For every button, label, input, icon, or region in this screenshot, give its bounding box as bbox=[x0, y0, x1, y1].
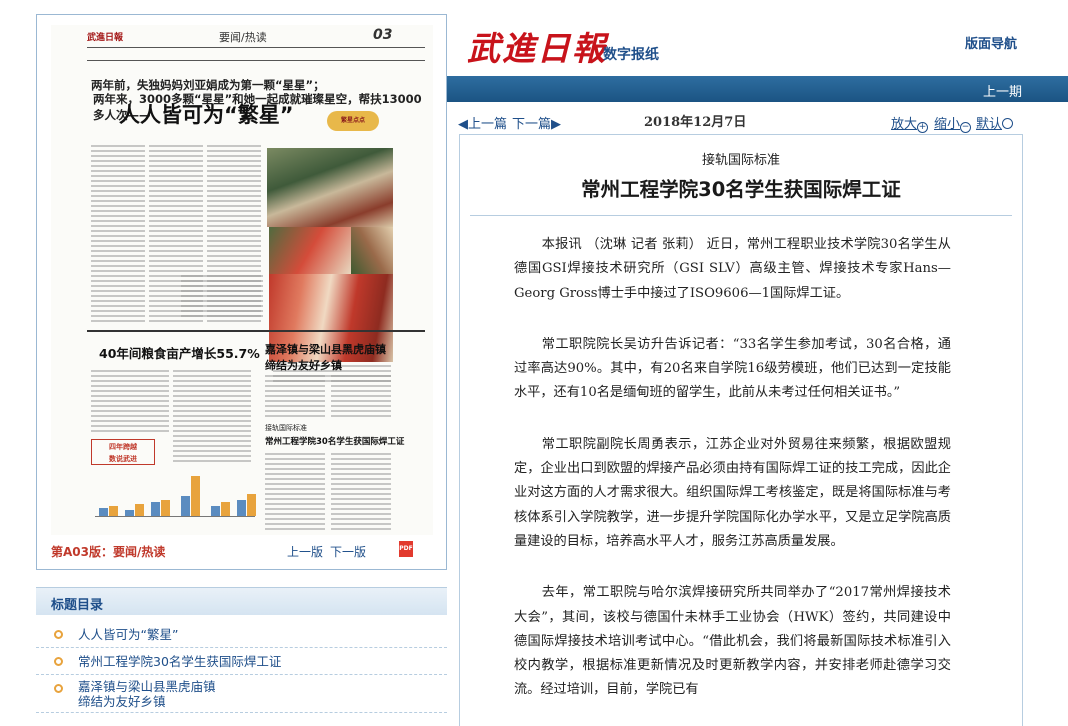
zoom-out-button[interactable]: 缩小 − bbox=[934, 113, 972, 133]
article-paragraph: 常工职院副院长周勇表示，江苏企业对外贸易往来频繁，根据欧盟规定，企业出口到欧盟的… bbox=[514, 436, 951, 549]
page-rule bbox=[87, 47, 425, 48]
weld-headline: 常州工程学院30名学生获国际焊工证 bbox=[265, 437, 405, 447]
page-section: 要闻/热读 bbox=[219, 31, 267, 44]
title-list-item-label: 常州工程学院30名学生获国际焊工证 bbox=[78, 654, 282, 669]
grain-bar-chart bbox=[95, 473, 256, 517]
chart-bar bbox=[221, 502, 230, 516]
chart-bar bbox=[191, 476, 200, 516]
page-rule bbox=[87, 60, 425, 61]
chart-bar bbox=[99, 508, 108, 516]
zoom-in-label: 放大 bbox=[891, 117, 918, 132]
pdf-icon[interactable]: PDF bbox=[399, 541, 413, 557]
text-column bbox=[91, 370, 169, 432]
title-list-item[interactable]: 嘉泽镇与梁山县黑虎庙镇 缔结为友好乡镇 bbox=[36, 675, 447, 713]
article-title: 常州工程学院30名学生获国际焊工证 bbox=[581, 178, 901, 201]
title-divider bbox=[470, 215, 1012, 216]
issue-date: 2018年12月7日 bbox=[644, 115, 747, 130]
prev-article-link[interactable]: ◀上一篇 bbox=[458, 113, 507, 132]
site-logo[interactable]: 武進日報 bbox=[467, 22, 607, 70]
prev-issue-link[interactable]: 上一期 bbox=[983, 81, 1022, 100]
newspaper-page-image[interactable]: 武進日報 要闻/热读 03 两年前，失独妈妈刘亚娟成为第一颗“星星”； 两年来，… bbox=[51, 25, 433, 535]
chart-bar bbox=[161, 500, 170, 516]
article-body: 本报讯 （沈琳 记者 张莉） 近日，常州工程职业技术学院30名学生从德国GSI焊… bbox=[514, 233, 951, 726]
column-logo: 繁星点点 bbox=[327, 111, 379, 131]
article-pretitle: 接轨国际标准 bbox=[701, 153, 780, 168]
text-column bbox=[173, 370, 251, 465]
issue-bar: 上一期 bbox=[447, 76, 1068, 102]
zoom-in-button[interactable]: 放大 + bbox=[891, 113, 929, 133]
title-list-item[interactable]: 人人皆可为“繁星” bbox=[36, 622, 447, 648]
article-paragraph: 去年，常工职院与哈尔滨焊接研究所共同举办了“2017常州焊接技术大会”，其间，该… bbox=[514, 585, 951, 698]
circle-icon bbox=[1002, 118, 1014, 129]
article-paragraph: 常工职院院长吴访升告诉记者：“33名学生参加考试，30名合格，通过率高达90%。… bbox=[514, 336, 951, 401]
section-rule bbox=[87, 330, 425, 332]
town-headline-2: 缔结为友好乡镇 bbox=[265, 359, 342, 372]
prev-page-link[interactable]: 上一版 bbox=[287, 543, 323, 560]
town-headline-1: 嘉泽镇与梁山县黑虎庙镇 bbox=[265, 343, 386, 356]
next-page-link[interactable]: 下一版 bbox=[330, 543, 366, 560]
chart-bar bbox=[247, 494, 256, 516]
page-label: 第A03版：要闻/热读 bbox=[51, 545, 166, 559]
plus-icon: + bbox=[917, 122, 929, 133]
news-photo bbox=[269, 227, 351, 274]
title-list-item-label: 人人皆可为“繁星” bbox=[78, 627, 179, 642]
article-toolbar: ◀上一篇 下一篇▶ 2018年12月7日 放大 + 缩小 − 默认 bbox=[458, 110, 1018, 133]
news-photo bbox=[267, 148, 393, 227]
article-paragraph: 本报讯 （沈琳 记者 张莉） 近日，常州工程职业技术学院30名学生从德国GSI焊… bbox=[514, 237, 951, 301]
weld-pretitle: 接轨国际标准 bbox=[265, 424, 307, 432]
text-column bbox=[331, 375, 391, 417]
text-column bbox=[181, 275, 263, 320]
page-preview-panel: 武進日報 要闻/热读 03 两年前，失独妈妈刘亚娟成为第一颗“星星”； 两年来，… bbox=[36, 14, 447, 570]
text-column bbox=[91, 145, 145, 325]
title-list-header: 标题目录 bbox=[36, 587, 447, 615]
feature-badge: 四年跨越 数说武进 bbox=[91, 439, 155, 465]
text-column bbox=[265, 375, 325, 417]
feature-badge-text: 四年跨越 数说武进 bbox=[109, 443, 137, 463]
chart-bar bbox=[211, 506, 220, 516]
title-list-heading: 标题目录 bbox=[51, 598, 104, 613]
site-header: 武進日報 数字报纸 版面导航 bbox=[447, 0, 1068, 76]
chart-bar bbox=[237, 500, 246, 516]
page-headline: 人人皆可为“繁星” bbox=[119, 103, 294, 127]
text-column bbox=[331, 453, 391, 533]
grain-headline: 40年间粮食亩产增长55.7% bbox=[99, 346, 260, 361]
next-article-link[interactable]: 下一篇▶ bbox=[512, 113, 561, 132]
bullet-icon bbox=[54, 630, 63, 639]
article-panel: 接轨国际标准 常州工程学院30名学生获国际焊工证 本报讯 （沈琳 记者 张莉） … bbox=[459, 134, 1023, 726]
page-number: 03 bbox=[373, 27, 393, 43]
title-list-item[interactable]: 常州工程学院30名学生获国际焊工证 bbox=[36, 648, 447, 675]
zoom-out-label: 缩小 bbox=[934, 117, 961, 132]
news-photo bbox=[351, 227, 393, 274]
layout-nav-link[interactable]: 版面导航 bbox=[965, 33, 1017, 52]
title-list-item-label: 嘉泽镇与梁山县黑虎庙镇 缔结为友好乡镇 bbox=[78, 679, 216, 709]
chart-bar bbox=[181, 496, 190, 516]
text-column bbox=[265, 453, 325, 533]
chart-bar bbox=[109, 506, 118, 516]
chart-bar bbox=[135, 504, 144, 516]
zoom-default-label: 默认 bbox=[976, 117, 1003, 132]
page-masthead: 武進日報 bbox=[87, 33, 124, 43]
zoom-default-button[interactable]: 默认 bbox=[976, 113, 1014, 132]
chart-bar bbox=[125, 510, 134, 516]
bullet-icon bbox=[54, 657, 63, 666]
site-subtitle: 数字报纸 bbox=[603, 47, 659, 63]
chart-bar bbox=[151, 502, 160, 516]
bullet-icon bbox=[54, 684, 63, 693]
minus-icon: − bbox=[960, 122, 972, 133]
